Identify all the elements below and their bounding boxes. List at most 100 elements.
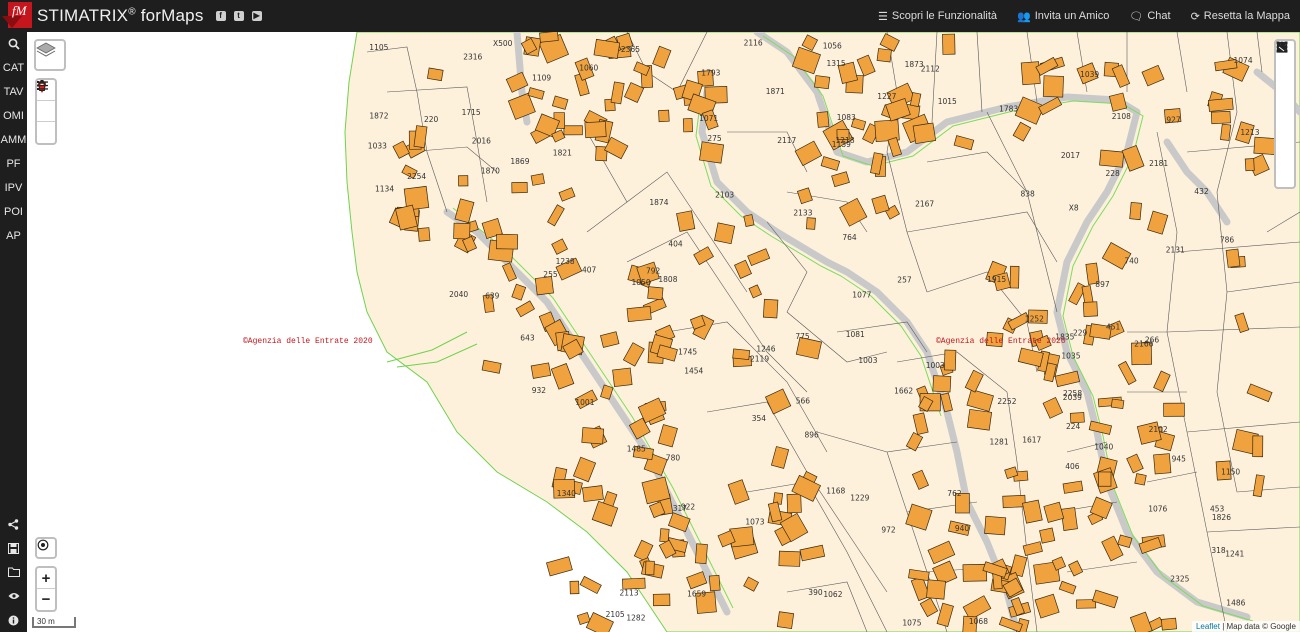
sidebar-item-ipv[interactable]: IPV — [0, 176, 27, 200]
building — [579, 575, 602, 595]
invite-link[interactable]: 👥 Invita un Amico — [1017, 10, 1109, 23]
leaflet-link[interactable]: Leaflet — [1196, 622, 1220, 631]
building — [546, 556, 573, 577]
parcel-number: 1001 — [575, 398, 594, 407]
facebook-icon[interactable]: f — [215, 11, 226, 21]
features-link[interactable]: ☰ Scopri le Funzionalità — [878, 10, 997, 23]
move-icon[interactable] — [1276, 41, 1294, 167]
building — [984, 515, 1007, 536]
trash-icon[interactable] — [37, 80, 55, 143]
angle-icon[interactable] — [1276, 42, 1294, 101]
info-icon[interactable] — [0, 608, 27, 632]
building — [534, 276, 554, 296]
youtube-icon[interactable]: ▶ — [251, 11, 262, 21]
sidebar-item-poi[interactable]: POI — [0, 200, 27, 224]
building — [732, 348, 751, 361]
search-icon[interactable] — [0, 32, 27, 56]
parcel-number: 2252 — [997, 397, 1016, 406]
folder-icon[interactable] — [0, 560, 27, 584]
save-icon[interactable] — [0, 536, 27, 560]
parcel-number: 257 — [897, 276, 912, 285]
parcel-number: 1617 — [1022, 436, 1041, 445]
map-canvas[interactable]: 1871 1869 390 2112 1872 1870 1873 1068 2113 1874 2… — [27, 32, 1300, 632]
building — [647, 286, 664, 301]
parcel-number: 1015 — [938, 97, 957, 106]
chat-label: Chat — [1147, 10, 1171, 22]
building — [714, 222, 736, 245]
parcel-number: 2116 — [744, 38, 763, 47]
scale-bar: 30 m — [32, 617, 76, 628]
parcel-number: 1134 — [375, 184, 394, 193]
parcel-number: 1793 — [701, 68, 720, 77]
building — [1082, 301, 1098, 317]
parcel-number: 1071 — [699, 114, 718, 123]
parcel-number: 406 — [1065, 462, 1080, 471]
parcel-number: 317 — [673, 504, 688, 513]
parcel-number: 2181 — [1149, 159, 1168, 168]
eraser-icon[interactable] — [1276, 43, 1294, 187]
parcel-number: X8 — [1069, 204, 1079, 213]
list-menu-icon: ☰ — [878, 10, 888, 23]
cadastral-map: 1871186939021121872187018731068211318742… — [344, 32, 1300, 632]
share-icon[interactable] — [0, 512, 27, 536]
chat-link[interactable]: 🗨 Chat — [1129, 10, 1170, 23]
building — [1220, 123, 1232, 141]
sidebar-item-pf[interactable]: PF — [0, 152, 27, 176]
parcel-number: 1229 — [850, 494, 869, 503]
zoom-in-button[interactable]: + — [37, 568, 55, 589]
parcel-number: 762 — [947, 489, 962, 498]
parcel-number: 2167 — [915, 200, 934, 209]
logo-text: fM — [12, 3, 27, 18]
app-logo[interactable]: fM — [0, 0, 33, 32]
building — [1020, 61, 1041, 86]
parcel-number: 1915 — [987, 275, 1006, 284]
parcel-number: 1039 — [1080, 70, 1099, 79]
zoom-out-button[interactable]: − — [37, 589, 55, 610]
building — [1129, 201, 1142, 221]
building — [778, 550, 801, 567]
parcel-number: 1315 — [827, 59, 846, 68]
parcel-number: 220 — [424, 115, 439, 124]
building — [453, 222, 471, 240]
parcel-number: 764 — [842, 233, 857, 242]
parcel-number: 775 — [795, 332, 810, 341]
top-bar: fM STIMATRIX® forMaps f t ▶ ☰ Scopri le … — [0, 0, 1300, 32]
list-icon[interactable] — [37, 81, 55, 122]
building — [814, 75, 831, 90]
parcel-number: 1874 — [649, 198, 668, 207]
parcel-number: 2316 — [463, 52, 482, 61]
building — [1042, 75, 1064, 98]
brand-title: STIMATRIX® forMaps — [37, 6, 204, 25]
parcel-number: 1040 — [1094, 443, 1113, 452]
locate-button[interactable] — [35, 537, 57, 559]
parcel-number: 1340 — [557, 489, 576, 498]
layers-button[interactable] — [34, 39, 66, 71]
parcel-number: 1083 — [837, 113, 856, 122]
invite-label: Invita un Amico — [1034, 10, 1110, 22]
building — [694, 543, 708, 565]
parcel-number: 838 — [1021, 190, 1036, 199]
building — [1207, 97, 1234, 112]
building — [743, 214, 755, 227]
sidebar-item-cat[interactable]: CAT — [0, 56, 27, 80]
building — [876, 48, 892, 63]
parcel-number: 639 — [485, 291, 500, 300]
parcel-number: 927 — [1166, 116, 1181, 125]
radius-icon[interactable] — [1276, 41, 1294, 121]
area-icon[interactable] — [1276, 41, 1294, 81]
parcel-number: 404 — [668, 239, 683, 248]
sidebar-item-omi[interactable]: OMI — [0, 104, 27, 128]
reset-map-link[interactable]: ⟳ Resetta la Mappa — [1191, 10, 1290, 23]
sidebar-item-tav[interactable]: TAV — [0, 80, 27, 104]
sidebar-item-ap[interactable]: AP — [0, 224, 27, 248]
building — [762, 298, 779, 319]
parcel-number: 2105 — [606, 610, 625, 619]
parcel-number: 2258 — [1063, 389, 1082, 398]
building — [1009, 265, 1020, 289]
twitter-icon[interactable]: t — [233, 11, 244, 21]
select-icon[interactable] — [1276, 42, 1294, 147]
sidebar-item-amm[interactable]: AMM — [0, 128, 27, 152]
parcel-number: 1105 — [369, 43, 388, 52]
eye-icon[interactable] — [0, 584, 27, 608]
parcel-number: 451 — [1106, 323, 1121, 332]
